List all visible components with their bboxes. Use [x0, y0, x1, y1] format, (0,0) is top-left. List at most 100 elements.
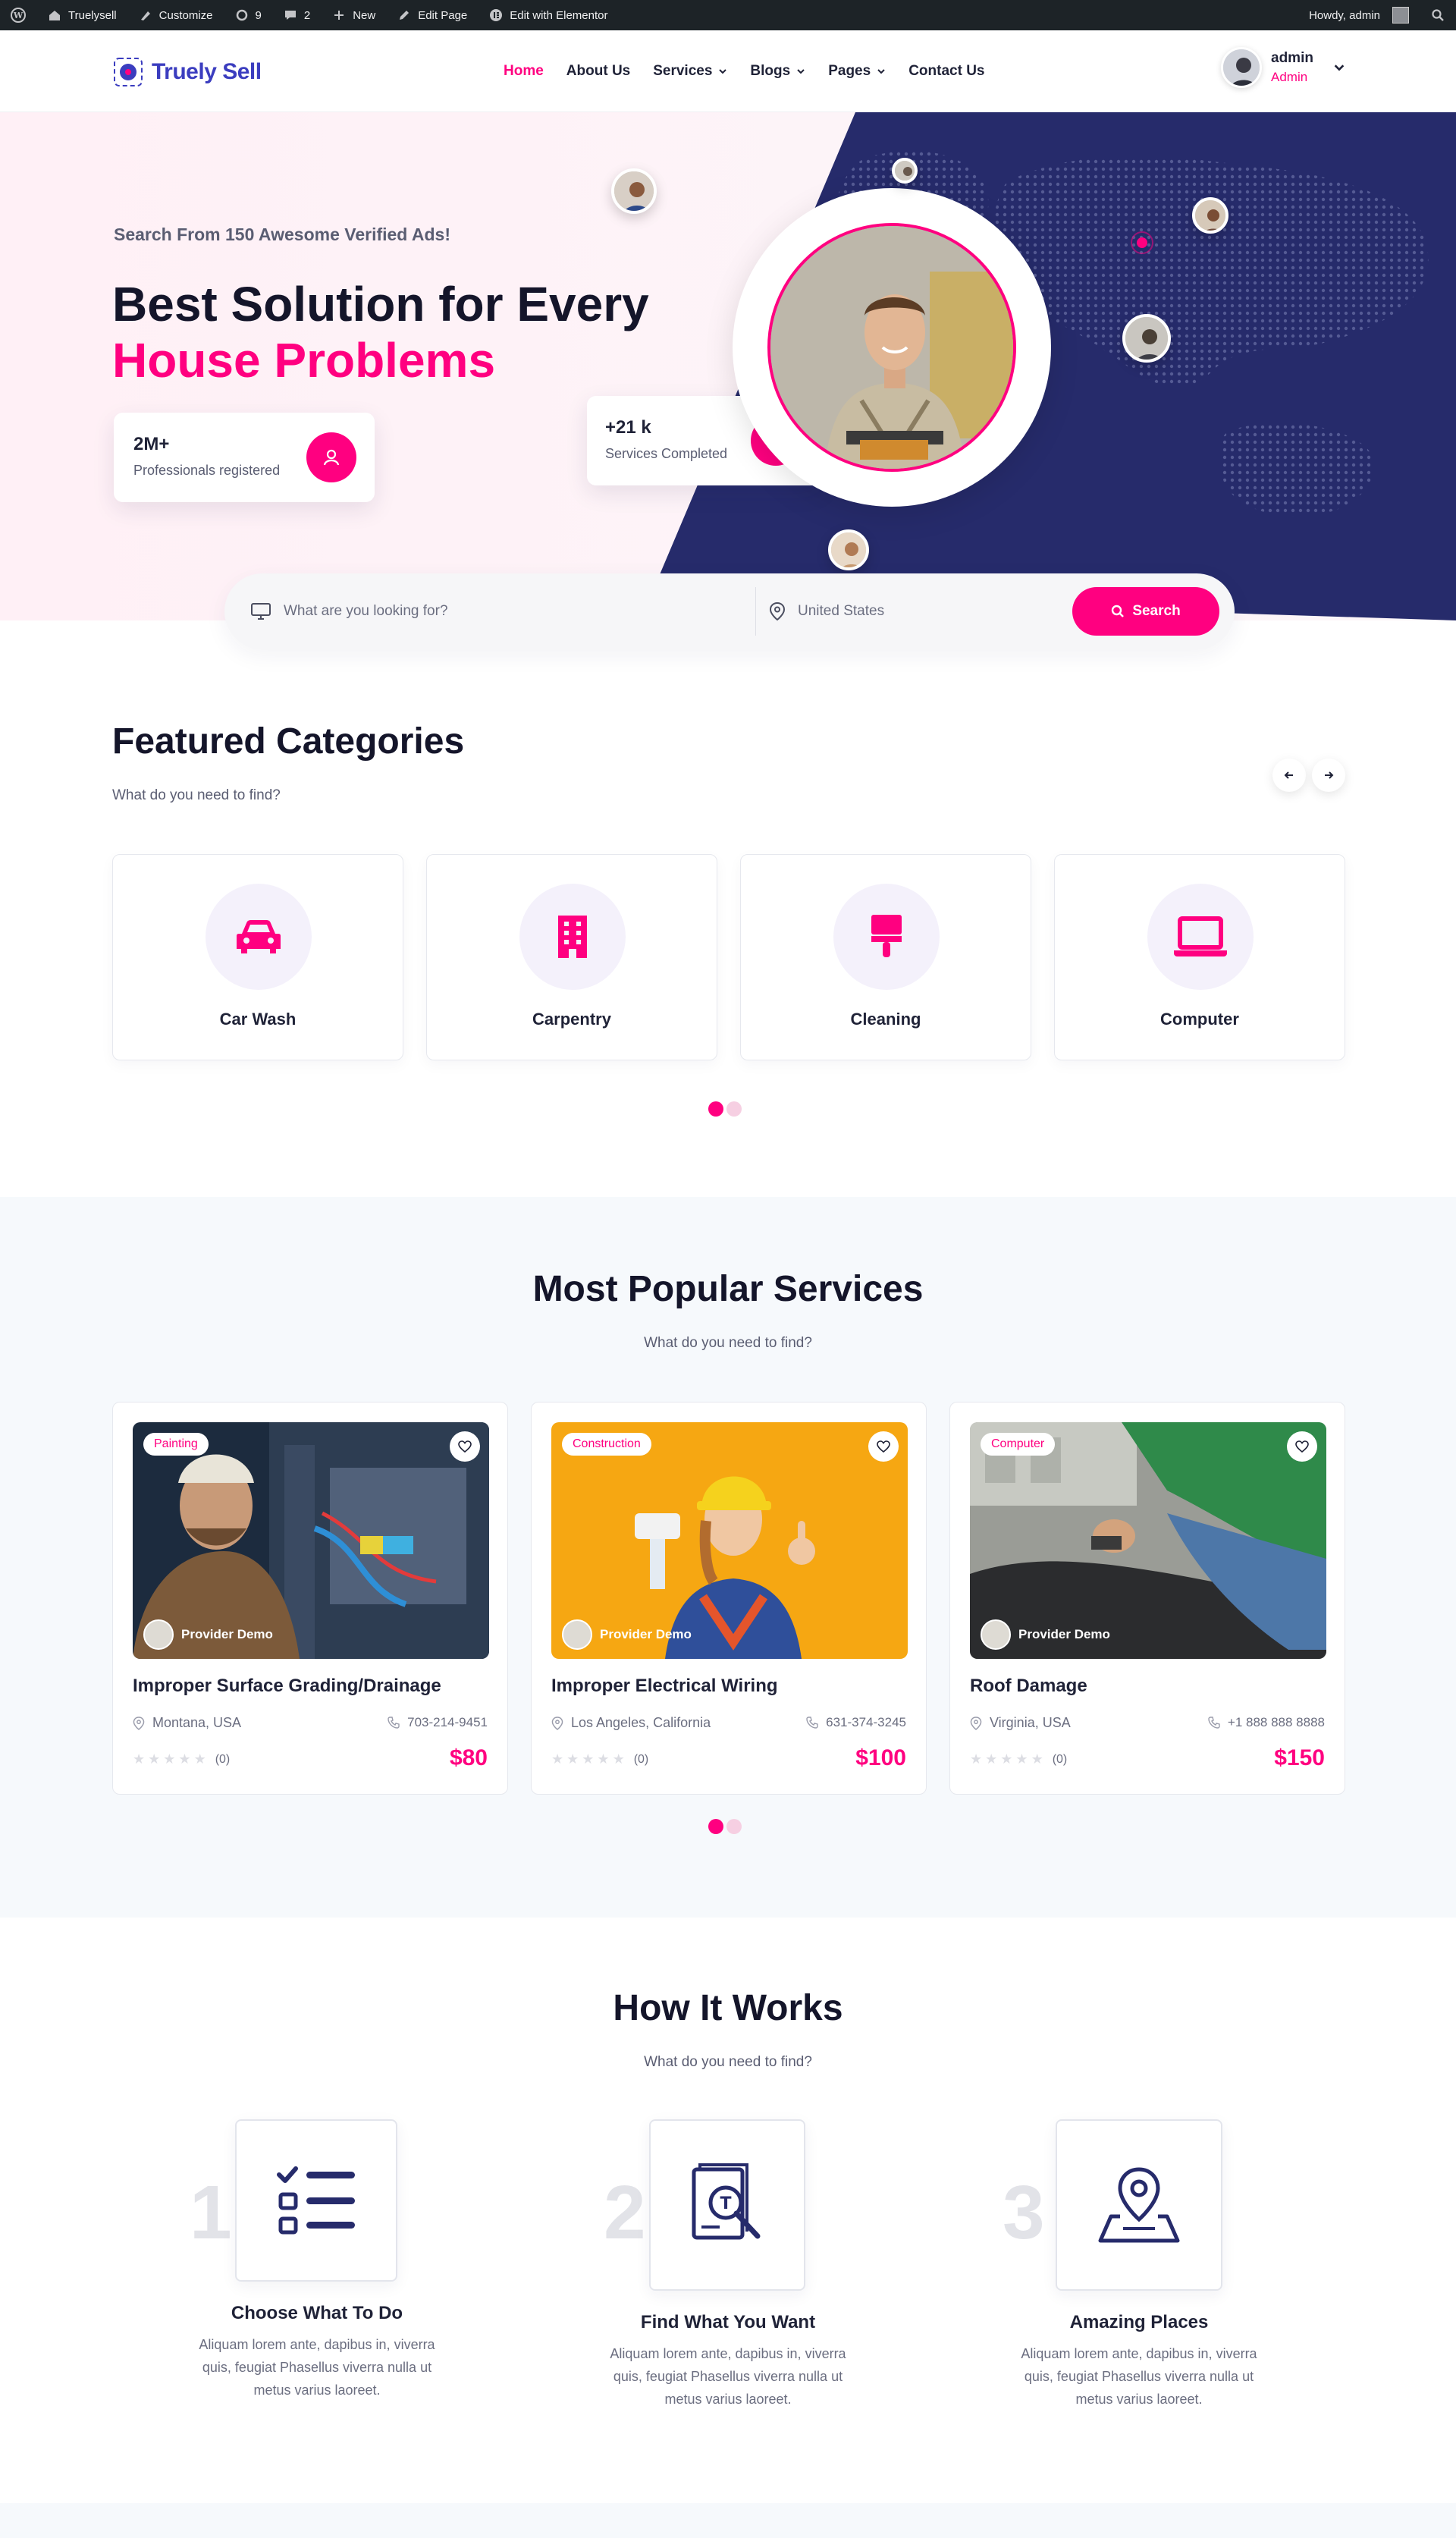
nav-about-label: About Us	[566, 63, 631, 79]
stat-services-label: Services Completed	[605, 446, 728, 461]
map-pin-icon	[970, 1716, 982, 1730]
monitor-icon	[251, 603, 271, 620]
site-logo[interactable]: Truely Sell	[112, 56, 262, 88]
site-name-link[interactable]: Truelysell	[36, 0, 127, 30]
plus-icon	[331, 8, 347, 23]
floating-avatar-5	[828, 529, 869, 570]
star-icon: ★	[985, 1751, 998, 1767]
category-card-carpentry[interactable]: Carpentry	[426, 854, 717, 1060]
service-rating: ★ ★ ★ ★ ★ (0)	[133, 1751, 230, 1767]
service-phone-text: 631-374-3245	[826, 1715, 906, 1729]
admin-search-button[interactable]	[1420, 0, 1456, 30]
nav-home[interactable]: Home	[504, 63, 544, 80]
phone-icon	[388, 1717, 400, 1729]
category-card-computer[interactable]: Computer	[1054, 854, 1345, 1060]
service-category-tag[interactable]: Painting	[143, 1433, 209, 1456]
service-phone-text: +1 888 888 8888	[1227, 1715, 1325, 1729]
star-icon: ★	[551, 1751, 564, 1767]
service-rating: ★ ★ ★ ★ ★ (0)	[970, 1751, 1067, 1767]
keyword-search-input[interactable]: What are you looking for?	[284, 603, 448, 620]
laptop-icon	[1174, 916, 1227, 956]
star-icon: ★	[193, 1751, 206, 1767]
checklist-icon	[277, 2166, 355, 2235]
service-image: Construction Provider Demo	[551, 1422, 908, 1659]
my-account-link[interactable]: Howdy, admin	[1298, 0, 1420, 30]
location-search-input[interactable]: United States	[798, 603, 884, 620]
service-category-tag[interactable]: Construction	[562, 1433, 651, 1456]
comments-link[interactable]: 2	[272, 0, 321, 30]
step-description-line: quis, feugiat Phasellus viverra nulla ut	[1024, 2369, 1254, 2384]
how-title: How It Works	[613, 1988, 843, 2028]
edit-elementor-link[interactable]: Edit with Elementor	[478, 0, 618, 30]
updates-link[interactable]: 9	[224, 0, 272, 30]
new-content-link[interactable]: New	[321, 0, 386, 30]
service-category-tag[interactable]: Computer	[981, 1433, 1056, 1456]
wordpress-icon: W	[11, 8, 26, 23]
nav-blogs[interactable]: Blogs	[750, 63, 805, 80]
favorite-button[interactable]	[868, 1431, 899, 1462]
customize-link[interactable]: Customize	[127, 0, 224, 30]
pagination-dot-active[interactable]	[708, 1101, 723, 1117]
categories-prev-button[interactable]	[1272, 759, 1306, 792]
edit-elementor-label: Edit with Elementor	[510, 8, 608, 22]
map-pin-icon	[551, 1716, 563, 1730]
provider-avatar	[562, 1619, 592, 1650]
nav-pages-label: Pages	[828, 63, 871, 79]
service-title[interactable]: Improper Surface Grading/Drainage	[133, 1676, 441, 1697]
categories-next-button[interactable]	[1312, 759, 1345, 792]
pagination-dot-active[interactable]	[708, 1819, 723, 1834]
nav-pages[interactable]: Pages	[828, 63, 886, 80]
edit-page-link[interactable]: Edit Page	[386, 0, 478, 30]
nav-about[interactable]: About Us	[566, 63, 630, 80]
service-card[interactable]: Painting Provider Demo Improper Surface …	[112, 1402, 508, 1795]
user-menu[interactable]: admin Admin	[1221, 47, 1345, 88]
star-icon: ★	[612, 1751, 625, 1767]
stat-services-value: +21 k	[605, 417, 651, 438]
search-button[interactable]: Search	[1072, 587, 1219, 636]
favorite-button[interactable]	[1287, 1431, 1317, 1462]
wp-logo-button[interactable]: W	[0, 0, 36, 30]
star-icon: ★	[566, 1751, 579, 1767]
keyword-search-field[interactable]: What are you looking for?	[250, 573, 736, 649]
step-number: 1	[190, 2170, 232, 2255]
service-card[interactable]: Computer Provider Demo Roof Damage Virgi…	[949, 1402, 1345, 1795]
service-card[interactable]: Construction Provider Demo Improper Elec…	[531, 1402, 927, 1795]
category-card-cleaning[interactable]: Cleaning	[740, 854, 1031, 1060]
hero-eyebrow: Search From 150 Awesome Verified Ads!	[114, 225, 450, 244]
new-label: New	[353, 8, 376, 22]
star-icon: ★	[582, 1751, 595, 1767]
nav-services-label: Services	[653, 63, 713, 79]
service-title[interactable]: Improper Electrical Wiring	[551, 1676, 778, 1697]
step-title: Choose What To Do	[231, 2303, 403, 2323]
search-icon	[1112, 605, 1125, 617]
nav-contact[interactable]: Contact Us	[908, 63, 984, 80]
updates-count: 9	[255, 8, 262, 22]
category-card-car-wash[interactable]: Car Wash	[112, 854, 403, 1060]
stat-professionals-badge	[306, 432, 356, 482]
logo-mark-icon	[114, 58, 143, 86]
service-location-text: Los Angeles, California	[571, 1715, 711, 1730]
service-location: Los Angeles, California	[551, 1715, 711, 1731]
nav-services[interactable]: Services	[653, 63, 727, 80]
chevron-down-icon	[719, 69, 727, 74]
heart-icon	[1295, 1440, 1309, 1453]
favorite-button[interactable]	[450, 1431, 480, 1462]
service-image: Computer Provider Demo	[970, 1422, 1326, 1659]
chevron-down-icon	[1334, 64, 1345, 71]
service-provider[interactable]: Provider Demo	[143, 1619, 273, 1650]
category-name: Cleaning	[850, 1010, 921, 1029]
pagination-dot[interactable]	[726, 1819, 742, 1834]
chevron-down-icon	[797, 69, 805, 74]
search-icon	[1430, 8, 1445, 23]
main-nav: Home About Us Services Blogs Pages Conta…	[504, 30, 984, 112]
service-provider[interactable]: Provider Demo	[981, 1619, 1110, 1650]
service-provider[interactable]: Provider Demo	[562, 1619, 692, 1650]
service-title[interactable]: Roof Damage	[970, 1676, 1087, 1697]
step-description-line: quis, feugiat Phasellus viverra nulla ut	[613, 2369, 843, 2384]
user-avatar	[1221, 47, 1262, 88]
location-map-icon	[1098, 2167, 1180, 2243]
user-icon	[323, 449, 340, 466]
edit-page-label: Edit Page	[418, 8, 468, 22]
pagination-dot[interactable]	[726, 1101, 742, 1117]
location-search-field[interactable]: United States	[769, 573, 1057, 649]
